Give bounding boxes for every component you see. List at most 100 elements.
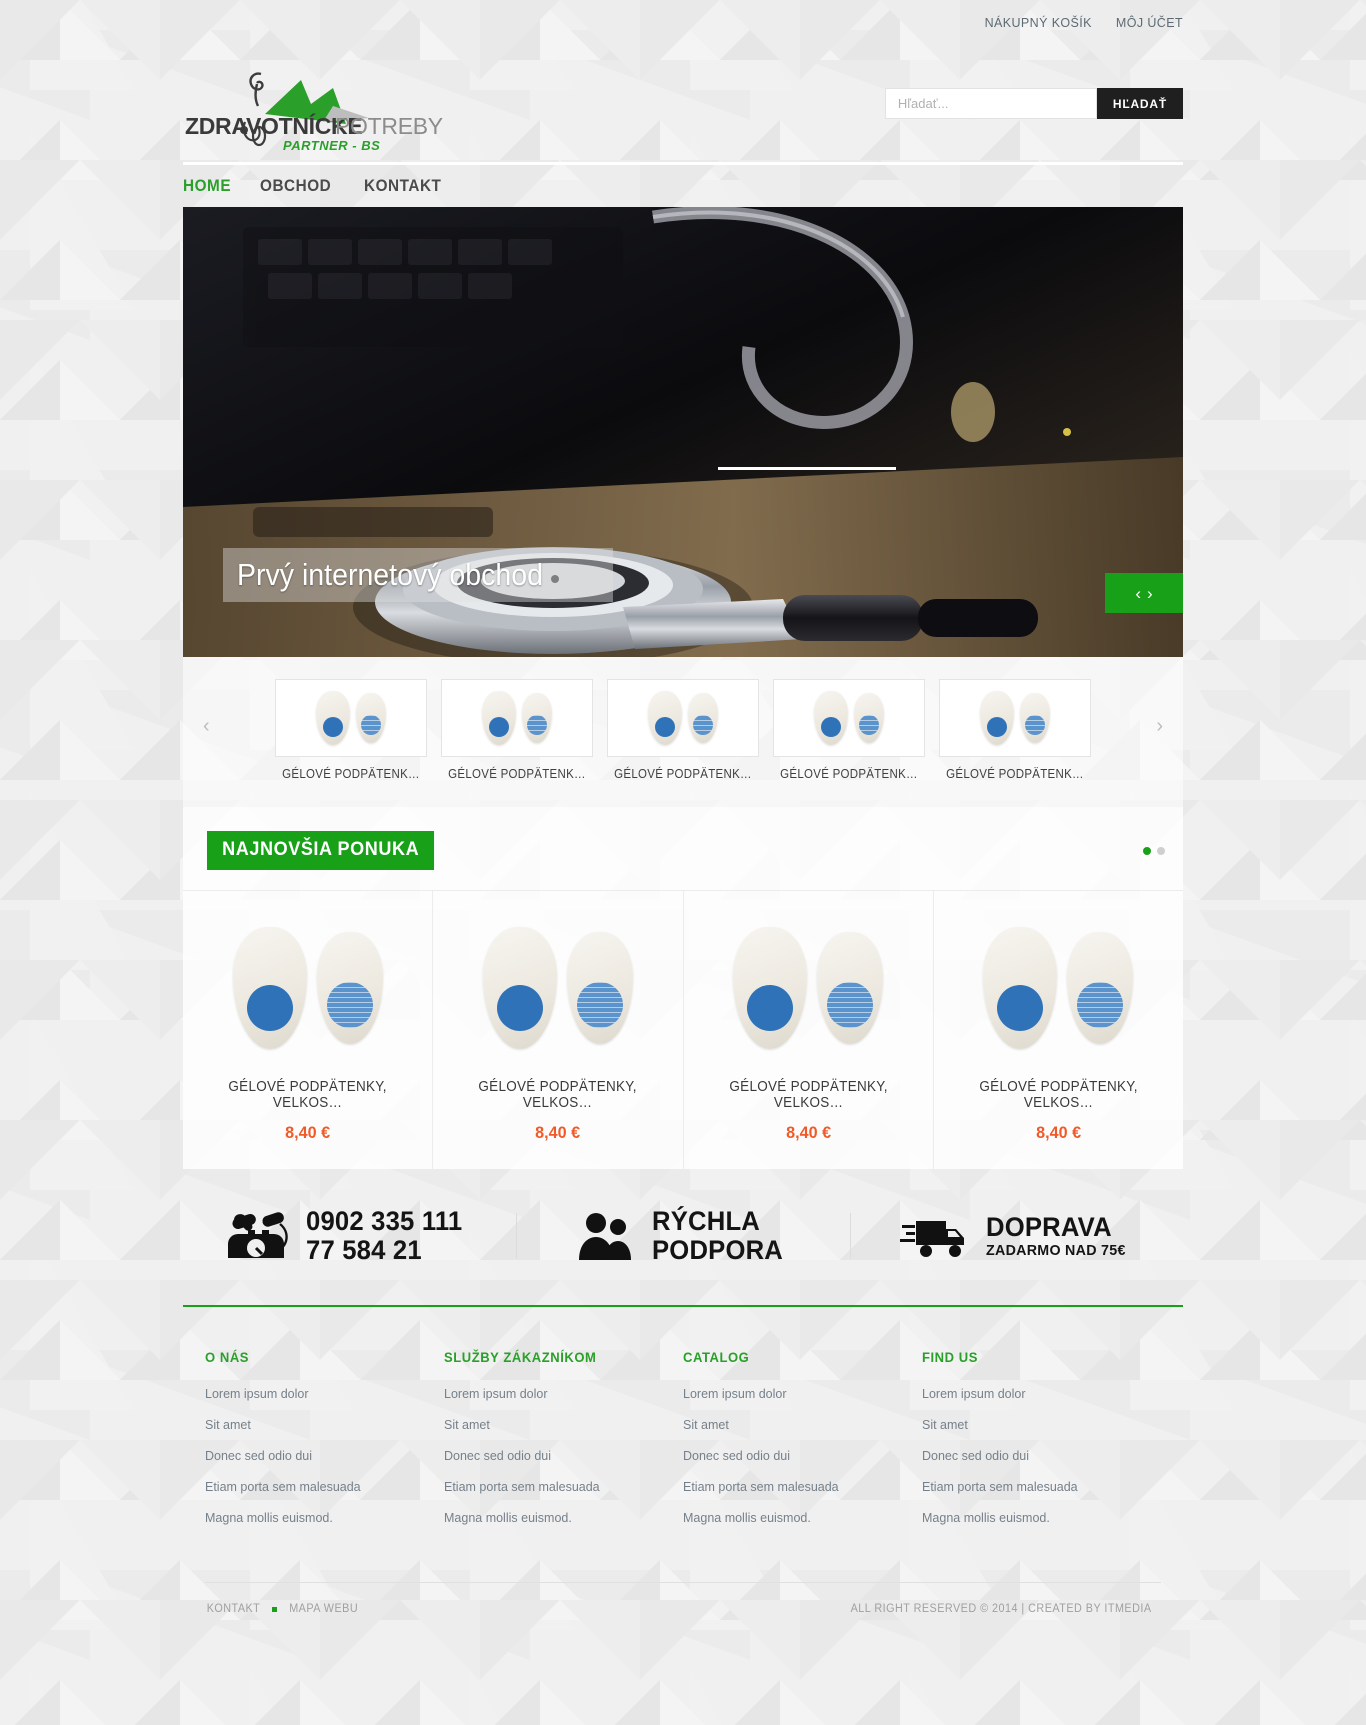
hero-next-icon[interactable]: › <box>1147 585 1153 602</box>
carousel-item-image <box>441 679 593 757</box>
hero-caption-text: Prvý internetový obchod <box>237 557 543 592</box>
footer-column-findus: FIND US Lorem ipsum dolor Sit amet Donec… <box>922 1349 1161 1542</box>
product-card[interactable]: GÉLOVÉ PODPÄTENKY, VELKOS… 8,40 € <box>433 891 684 1169</box>
carousel-item-image <box>773 679 925 757</box>
footer-heading: CATALOG <box>683 1349 750 1366</box>
carousel-item[interactable]: GÉLOVÉ PODPÄTENK… <box>607 679 759 781</box>
site-header: ZDRAVOTNÍCKE POTREBY PARTNER - BS HĽADAŤ <box>183 44 1183 162</box>
top-bar: NÁKUPNÝ KOŠÍK MÔJ ÚČET <box>183 0 1183 44</box>
service-delivery-secondary: ZADARMO NAD 75€ <box>985 1241 1126 1259</box>
nav-item-obchod[interactable]: OBCHOD <box>260 176 331 196</box>
delivery-truck-icon <box>899 1221 964 1258</box>
footer-link[interactable]: Magna mollis euismod. <box>683 1511 922 1525</box>
footer-sitemap-link[interactable]: MAPA WEBU <box>289 1603 358 1615</box>
thumbnail-carousel: ‹ GÉLOVÉ PODPÄTENK… GÉLOVÉ PODPÄTENK… GÉ… <box>183 657 1183 807</box>
footer-link[interactable]: Donec sed odio dui <box>922 1449 1161 1463</box>
product-card[interactable]: GÉLOVÉ PODPÄTENKY, VELKOS… 8,40 € <box>934 891 1183 1169</box>
service-delivery: DOPRAVA ZADARMO NAD 75€ <box>849 1207 1183 1265</box>
carousel-item-image <box>275 679 427 757</box>
footer-link[interactable]: Magna mollis euismod. <box>205 1511 444 1525</box>
service-support: RÝCHLA PODPORA <box>516 1206 849 1266</box>
site-logo[interactable]: ZDRAVOTNÍCKE POTREBY PARTNER - BS <box>183 62 443 152</box>
nav-item-home[interactable]: HOME <box>183 176 231 196</box>
offer-pager-dot[interactable] <box>1157 846 1165 855</box>
carousel-item-label: GÉLOVÉ PODPÄTENK… <box>614 767 752 781</box>
product-name: GÉLOVÉ PODPÄTENKY, VELKOS… <box>728 1079 888 1111</box>
footer-link[interactable]: Lorem ipsum dolor <box>922 1387 1161 1401</box>
service-phone-secondary: 77 584 21 <box>306 1235 423 1266</box>
footer-link[interactable]: Donec sed odio dui <box>444 1449 683 1463</box>
footer-link[interactable]: Sit amet <box>683 1418 922 1432</box>
footer-link[interactable]: Sit amet <box>922 1418 1161 1432</box>
carousel-prev-icon[interactable]: ‹ <box>203 715 210 738</box>
footer-heading: FIND US <box>922 1349 978 1366</box>
bullet-separator-icon <box>271 1606 277 1612</box>
service-phone-text: 0902 335 111 77 584 21 <box>306 1206 463 1266</box>
hero-slider: Prvý internetový obchod ‹ › <box>183 207 1183 657</box>
carousel-item[interactable]: GÉLOVÉ PODPÄTENK… <box>773 679 925 781</box>
carousel-item[interactable]: GÉLOVÉ PODPÄTENK… <box>275 679 427 781</box>
footer-link[interactable]: Magna mollis euismod. <box>922 1511 1161 1525</box>
footer-heading: SLUŽBY ZÁKAZNÍKOM <box>444 1349 597 1366</box>
product-image <box>443 913 672 1063</box>
search-button[interactable]: HĽADAŤ <box>1096 88 1183 119</box>
carousel-item-label: GÉLOVÉ PODPÄTENK… <box>946 767 1084 781</box>
product-name: GÉLOVÉ PODPÄTENKY, VELKOS… <box>478 1079 638 1111</box>
service-phone-primary: 0902 335 111 <box>306 1206 463 1236</box>
footer-link[interactable]: Donec sed odio dui <box>683 1449 922 1463</box>
footer-bottom-links: KONTAKT MAPA WEBU <box>205 1603 360 1615</box>
carousel-item[interactable]: GÉLOVÉ PODPÄTENK… <box>441 679 593 781</box>
footer-link[interactable]: Etiam porta sem malesuada <box>683 1480 922 1494</box>
footer-bottom-bar: KONTAKT MAPA WEBU ALL RIGHT RESERVED © 2… <box>205 1582 1161 1641</box>
footer-column-about: O NÁS Lorem ipsum dolor Sit amet Donec s… <box>205 1349 444 1542</box>
search-input[interactable] <box>884 88 1097 119</box>
footer-link[interactable]: Lorem ipsum dolor <box>205 1387 444 1401</box>
top-links: NÁKUPNÝ KOŠÍK MÔJ ÚČET <box>985 16 1183 30</box>
product-card[interactable]: GÉLOVÉ PODPÄTENKY, VELKOS… 8,40 € <box>183 891 434 1169</box>
footer-link[interactable]: Magna mollis euismod. <box>444 1511 683 1525</box>
main-nav-bar: HOME OBCHOD KONTAKT <box>183 162 1183 207</box>
nav-item-kontakt[interactable]: KONTAKT <box>364 176 441 196</box>
product-card[interactable]: GÉLOVÉ PODPÄTENKY, VELKOS… 8,40 € <box>684 891 934 1169</box>
product-price: 8,40 € <box>285 1123 331 1142</box>
panel-header: NAJNOVŠIA PONUKA <box>183 831 1183 890</box>
footer-kontakt-link[interactable]: KONTAKT <box>207 1603 261 1615</box>
account-link[interactable]: MÔJ ÚČET <box>1116 16 1183 30</box>
svg-text:POTREBY: POTREBY <box>335 113 443 139</box>
service-delivery-text: DOPRAVA ZADARMO NAD 75€ <box>985 1213 1126 1259</box>
svg-text:PARTNER - BS: PARTNER - BS <box>283 138 380 152</box>
hero-nav-arrows[interactable]: ‹ › <box>1105 573 1183 613</box>
product-name: GÉLOVÉ PODPÄTENKY, VELKOS… <box>228 1079 387 1111</box>
footer-link[interactable]: Etiam porta sem malesuada <box>922 1480 1161 1494</box>
search-box: HĽADAŤ <box>884 88 1183 119</box>
carousel-item[interactable]: GÉLOVÉ PODPÄTENK… <box>939 679 1091 781</box>
product-grid: GÉLOVÉ PODPÄTENKY, VELKOS… 8,40 € GÉLOVÉ… <box>183 890 1183 1169</box>
carousel-next-icon[interactable]: › <box>1156 715 1163 738</box>
service-support-text: RÝCHLA PODPORA <box>652 1206 784 1266</box>
footer-link[interactable]: Sit amet <box>205 1418 444 1432</box>
footer-column-catalog: CATALOG Lorem ipsum dolor Sit amet Donec… <box>683 1349 922 1542</box>
footer-link[interactable]: Sit amet <box>444 1418 683 1432</box>
cart-link[interactable]: NÁKUPNÝ KOŠÍK <box>985 16 1092 30</box>
hero-prev-icon[interactable]: ‹ <box>1135 585 1141 602</box>
carousel-item-label: GÉLOVÉ PODPÄTENK… <box>282 767 420 781</box>
footer-link[interactable]: Etiam porta sem malesuada <box>444 1480 683 1494</box>
hero-caption: Prvý internetový obchod <box>223 548 613 602</box>
carousel-item-label: GÉLOVÉ PODPÄTENK… <box>448 767 586 781</box>
offer-pager[interactable] <box>1143 846 1165 855</box>
service-support-secondary: PODPORA <box>652 1235 784 1266</box>
carousel-item-image <box>939 679 1091 757</box>
footer-link[interactable]: Donec sed odio dui <box>205 1449 444 1463</box>
site-footer: O NÁS Lorem ipsum dolor Sit amet Donec s… <box>183 1307 1183 1572</box>
offer-badge: NAJNOVŠIA PONUKA <box>206 831 435 870</box>
footer-link[interactable]: Lorem ipsum dolor <box>444 1387 683 1401</box>
footer-link[interactable]: Etiam porta sem malesuada <box>205 1480 444 1494</box>
carousel-item-image <box>607 679 759 757</box>
page-root: NÁKUPNÝ KOŠÍK MÔJ ÚČET ZDRAVOTNÍCKE POTR… <box>0 0 1366 1641</box>
product-image <box>193 913 422 1063</box>
carousel-item-label: GÉLOVÉ PODPÄTENK… <box>780 767 918 781</box>
footer-link[interactable]: Lorem ipsum dolor <box>683 1387 922 1401</box>
copyright-text: ALL RIGHT RESERVED © 2014 | CREATED BY I… <box>850 1603 1152 1616</box>
offer-pager-dot[interactable] <box>1143 846 1151 855</box>
footer-heading: O NÁS <box>205 1349 250 1366</box>
